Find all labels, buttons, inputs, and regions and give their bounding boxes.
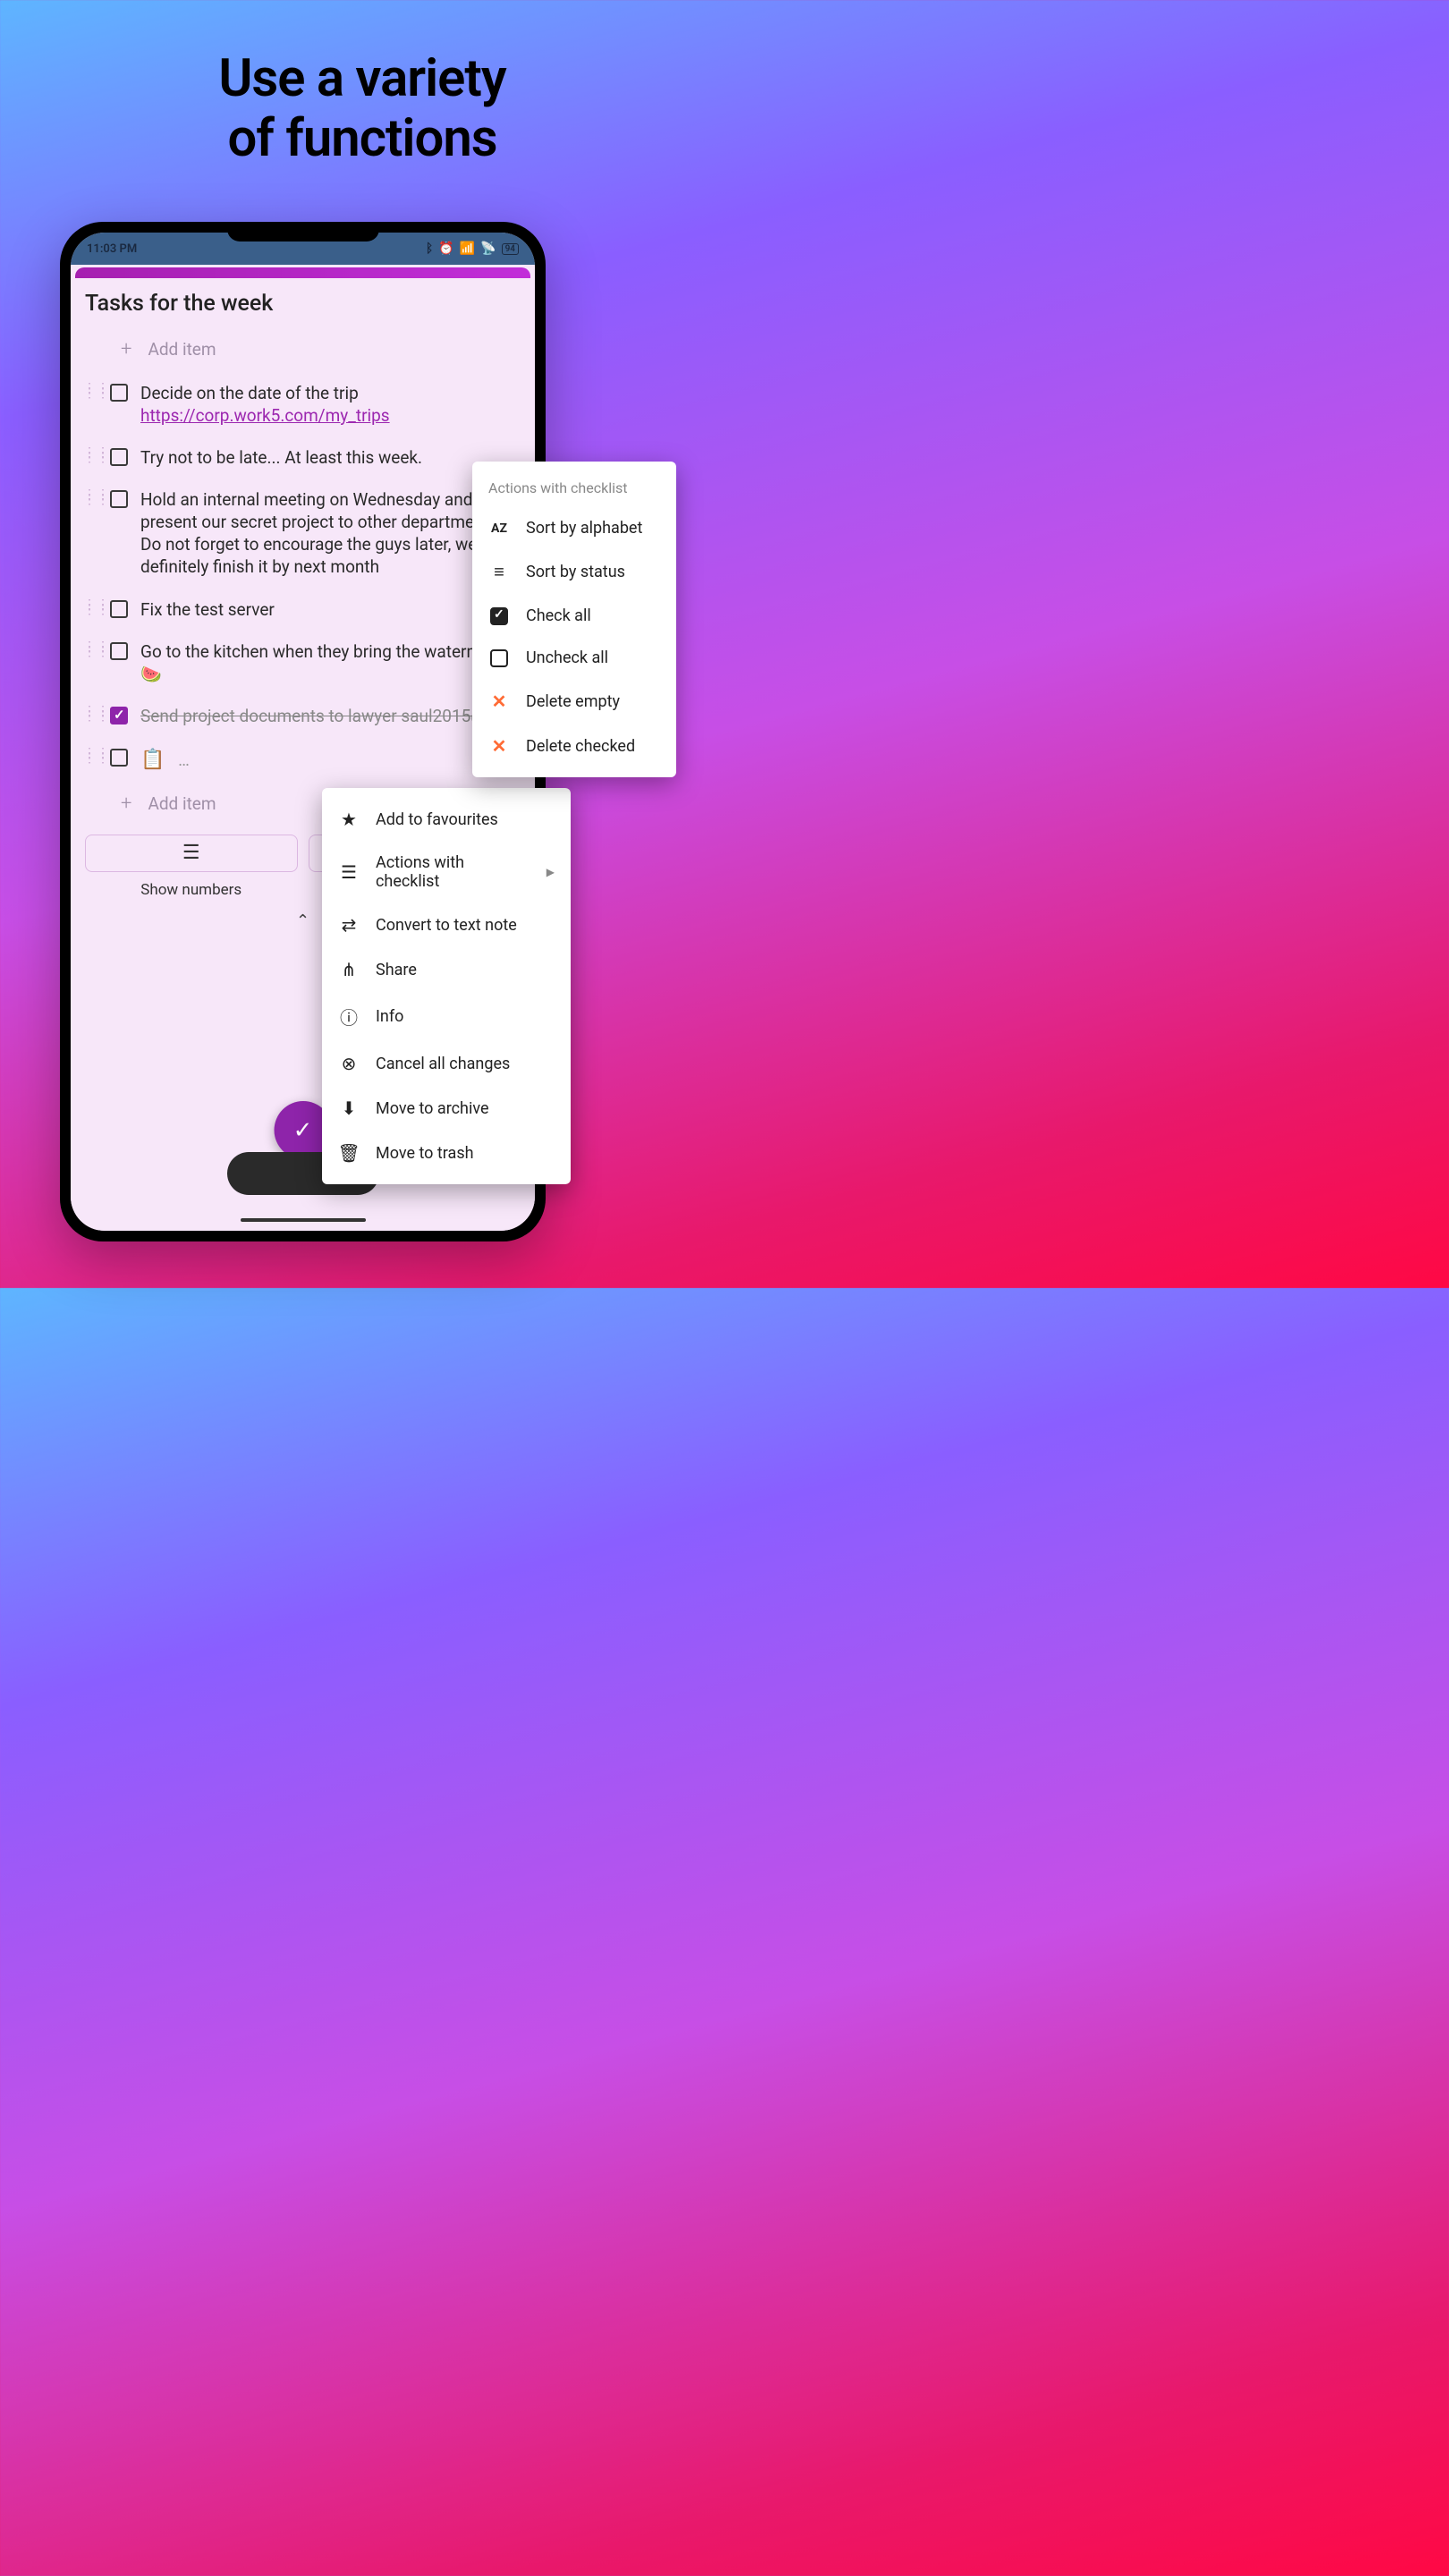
- drag-handle-icon[interactable]: ⋮⋮⋮⋮: [83, 747, 97, 761]
- task-checkbox[interactable]: [110, 448, 128, 466]
- menu-label: Sort by alphabet: [526, 519, 642, 538]
- task-checkbox[interactable]: [110, 600, 128, 618]
- menu-trash[interactable]: 🗑 Move to trash: [322, 1131, 571, 1175]
- submenu-header: Actions with checklist: [472, 470, 676, 507]
- battery-icon: 94: [502, 243, 519, 255]
- menu-label: Delete empty: [526, 692, 620, 711]
- menu-info[interactable]: ⓘ Info: [322, 992, 571, 1041]
- task-text[interactable]: Try not to be late... At least this week…: [140, 446, 522, 469]
- phone-notch: [227, 227, 379, 242]
- task-text[interactable]: Decide on the date of the trip https://c…: [140, 382, 522, 427]
- list-icon: ☰: [338, 861, 360, 883]
- convert-icon: ⇄: [338, 914, 360, 936]
- chevron-right-icon: ▶: [547, 866, 555, 878]
- signal-icon: 📶: [460, 242, 475, 256]
- bluetooth-icon: ᛒ: [426, 242, 433, 256]
- home-indicator: [241, 1218, 366, 1222]
- trash-icon: 🗑: [338, 1142, 360, 1164]
- submenu-uncheck-all[interactable]: Uncheck all: [472, 637, 676, 679]
- task-text[interactable]: Hold an internal meeting on Wednesday an…: [140, 488, 522, 578]
- info-icon: ⓘ: [338, 1004, 360, 1030]
- delete-icon: ✕: [488, 691, 510, 712]
- status-time: 11:03 PM: [87, 242, 137, 256]
- drag-handle-icon[interactable]: ⋮⋮⋮⋮: [83, 598, 97, 613]
- menu-archive[interactable]: ⬇ Move to archive: [322, 1086, 571, 1131]
- menu-label: Add to favourites: [376, 810, 498, 829]
- menu-favourites[interactable]: ★ Add to favourites: [322, 797, 571, 842]
- task-checkbox[interactable]: [110, 384, 128, 402]
- menu-convert[interactable]: ⇄ Convert to text note: [322, 902, 571, 947]
- task-row[interactable]: ⋮⋮⋮⋮ Hold an internal meeting on Wednesd…: [83, 481, 522, 585]
- menu-label: Check all: [526, 606, 591, 625]
- menu-label: Move to trash: [376, 1144, 474, 1163]
- task-row[interactable]: ⋮⋮⋮⋮ 📋 …: [83, 740, 522, 780]
- checklist-actions-submenu: Actions with checklist AZ Sort by alphab…: [472, 462, 676, 777]
- task-link[interactable]: https://corp.work5.com/my_trips: [140, 405, 390, 426]
- check-icon: ✓: [293, 1117, 313, 1144]
- drag-handle-icon[interactable]: ⋮⋮⋮⋮: [83, 705, 97, 719]
- task-row[interactable]: ⋮⋮⋮⋮ Try not to be late... At least this…: [83, 439, 522, 476]
- add-item-label: Add item: [148, 339, 216, 360]
- task-row[interactable]: ⋮⋮⋮⋮ Send project documents to lawyer sa…: [83, 698, 522, 734]
- ellipsis-icon: …: [178, 750, 190, 770]
- plus-icon: +: [121, 338, 131, 360]
- task-checkbox[interactable]: [110, 707, 128, 724]
- task-text[interactable]: Send project documents to lawyer saul201…: [140, 705, 522, 727]
- marketing-title: Use a variety of functions: [0, 0, 724, 168]
- task-text[interactable]: 📋 …: [140, 747, 522, 773]
- toolbar-label: Show numbers: [140, 881, 242, 899]
- menu-label: Actions with checklist: [376, 853, 530, 891]
- accent-bar: [75, 267, 530, 278]
- menu-label: Cancel all changes: [376, 1055, 510, 1073]
- task-row[interactable]: ⋮⋮⋮⋮ Fix the test server: [83, 591, 522, 628]
- submenu-sort-status[interactable]: ≡ Sort by status: [472, 549, 676, 595]
- checked-box-icon: [488, 607, 510, 625]
- menu-label: Convert to text note: [376, 916, 517, 935]
- menu-actions-checklist[interactable]: ☰ Actions with checklist ▶: [322, 842, 571, 902]
- submenu-sort-alpha[interactable]: AZ Sort by alphabet: [472, 507, 676, 549]
- drag-handle-icon[interactable]: ⋮⋮⋮⋮: [83, 488, 97, 503]
- drag-handle-icon[interactable]: ⋮⋮⋮⋮: [83, 382, 97, 396]
- share-icon: ⋔: [338, 959, 360, 980]
- plus-icon: +: [121, 792, 131, 815]
- menu-label: Move to archive: [376, 1099, 489, 1118]
- drag-handle-icon[interactable]: ⋮⋮⋮⋮: [83, 640, 97, 655]
- cancel-icon: ⊗: [338, 1053, 360, 1074]
- menu-label: Share: [376, 961, 417, 979]
- menu-share[interactable]: ⋔ Share: [322, 947, 571, 992]
- delete-icon: ✕: [488, 735, 510, 757]
- clipboard-icon: 📋: [140, 749, 165, 771]
- menu-label: Uncheck all: [526, 648, 608, 667]
- drag-handle-icon[interactable]: ⋮⋮⋮⋮: [83, 446, 97, 461]
- task-text[interactable]: Fix the test server: [140, 598, 522, 621]
- sort-status-icon: ≡: [488, 561, 510, 583]
- alarm-icon: ⏰: [438, 242, 453, 256]
- chevron-up-icon: ⌃: [296, 911, 309, 930]
- add-item-top[interactable]: + Add item: [121, 331, 522, 368]
- unchecked-box-icon: [488, 649, 510, 667]
- task-checkbox[interactable]: [110, 749, 128, 767]
- task-row[interactable]: ⋮⋮⋮⋮ Go to the kitchen when they bring t…: [83, 633, 522, 692]
- archive-icon: ⬇: [338, 1097, 360, 1119]
- submenu-check-all[interactable]: Check all: [472, 595, 676, 637]
- task-checkbox[interactable]: [110, 490, 128, 508]
- wifi-icon: 📡: [480, 242, 496, 256]
- menu-label: Info: [376, 1007, 403, 1026]
- task-row[interactable]: ⋮⋮⋮⋮ Decide on the date of the trip http…: [83, 375, 522, 434]
- task-text[interactable]: Go to the kitchen when they bring the wa…: [140, 640, 522, 685]
- submenu-delete-empty[interactable]: ✕ Delete empty: [472, 679, 676, 724]
- menu-label: Delete checked: [526, 737, 635, 756]
- menu-label: Sort by status: [526, 563, 625, 581]
- status-icons: ᛒ ⏰ 📶 📡 94: [426, 242, 519, 256]
- task-checkbox[interactable]: [110, 642, 128, 660]
- menu-cancel-changes[interactable]: ⊗ Cancel all changes: [322, 1041, 571, 1086]
- show-numbers-button[interactable]: ☰ Show numbers: [85, 835, 298, 899]
- numbered-list-icon: ☰: [182, 842, 200, 864]
- page-title[interactable]: Tasks for the week: [83, 291, 522, 317]
- sort-alpha-icon: AZ: [488, 521, 510, 536]
- submenu-delete-checked[interactable]: ✕ Delete checked: [472, 724, 676, 768]
- star-icon: ★: [338, 809, 360, 830]
- main-context-menu: ★ Add to favourites ☰ Actions with check…: [322, 788, 571, 1184]
- add-item-label: Add item: [148, 793, 216, 814]
